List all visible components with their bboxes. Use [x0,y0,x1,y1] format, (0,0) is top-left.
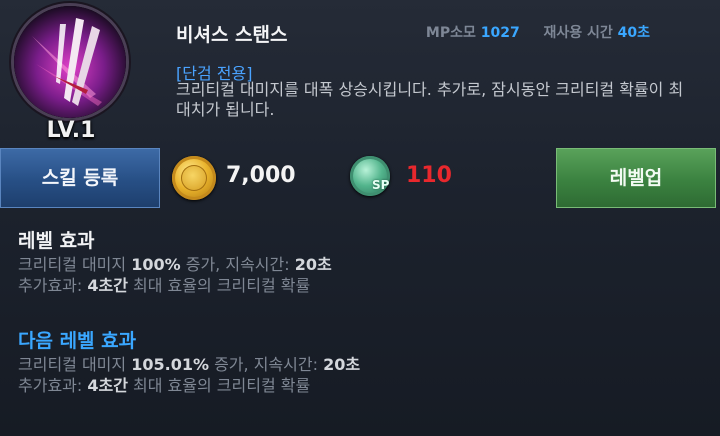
level-up-button[interactable]: 레벨업 [556,148,716,208]
next-effect-title: 다음 레벨 효과 [18,330,137,352]
text: 크리티컬 대미지 [18,355,132,374]
skill-level: LV.1 [46,118,96,143]
next-effect-line-2: 추가효과: 4초간 최대 효율의 크리티컬 확률 [18,375,360,396]
skill-detail-panel: LV.1 비셔스 스탠스 MP소모 1027 재사용 시간 40초 [단검 전용… [0,0,720,436]
value: 20초 [323,355,361,374]
value: 100% [131,255,181,274]
coin-face [181,165,207,191]
text: 최대 효율의 크리티컬 확률 [127,276,311,295]
text: 추가효과: [18,376,88,395]
current-level-effect: 레벨 효과 크리티컬 대미지 100% 증가, 지속시간: 20초 추가효과: … [18,228,332,296]
skill-icon: LV.1 [14,6,128,143]
text: 크리티컬 대미지 [18,255,132,274]
value: 4초간 [87,276,128,295]
current-effect-title: 레벨 효과 [18,230,95,252]
text: 추가효과: [18,276,88,295]
gold-coin-icon [172,156,216,200]
mp-cost-label: MP소모 [425,25,476,41]
skill-name: 비셔스 스탠스 [176,24,288,46]
value: 4초간 [87,376,128,395]
sp-icon: SP [350,156,398,200]
cooldown-label: 재사용 시간 [543,25,613,41]
current-effect-line-2: 추가효과: 4초간 최대 효율의 크리티컬 확률 [18,275,332,296]
action-bar: 스킬 등록 7,000 SP 110 레벨업 [0,148,720,210]
skill-header: LV.1 비셔스 스탠스 MP소모 1027 재사용 시간 40초 [단검 전용… [0,0,720,148]
gold-cost: 7,000 [226,163,296,188]
sp-cost: 110 [406,163,452,188]
value: 105.01% [131,355,209,374]
skill-description: 크리티컬 대미지를 대폭 상승시킵니다. 추가로, 잠시동안 크리티컬 확률이 … [176,80,684,119]
text: 증가, 지속시간: [180,255,295,274]
value: 20초 [294,255,332,274]
mp-cost-value: 1027 [480,25,520,41]
slash-art-icon [14,6,126,118]
text: 최대 효율의 크리티컬 확률 [127,376,311,395]
next-level-effect: 다음 레벨 효과 크리티컬 대미지 105.01% 증가, 지속시간: 20초 … [18,328,360,396]
skill-cost-info: MP소모 1027 재사용 시간 40초 [426,22,650,42]
next-effect-line-1: 크리티컬 대미지 105.01% 증가, 지속시간: 20초 [18,354,360,375]
register-skill-button[interactable]: 스킬 등록 [0,148,160,208]
text: 증가, 지속시간: [209,355,324,374]
cooldown-value: 40초 [617,25,650,41]
skill-icon-frame [14,6,126,118]
sp-icon-label: SP [372,178,390,192]
current-effect-line-1: 크리티컬 대미지 100% 증가, 지속시간: 20초 [18,254,332,275]
